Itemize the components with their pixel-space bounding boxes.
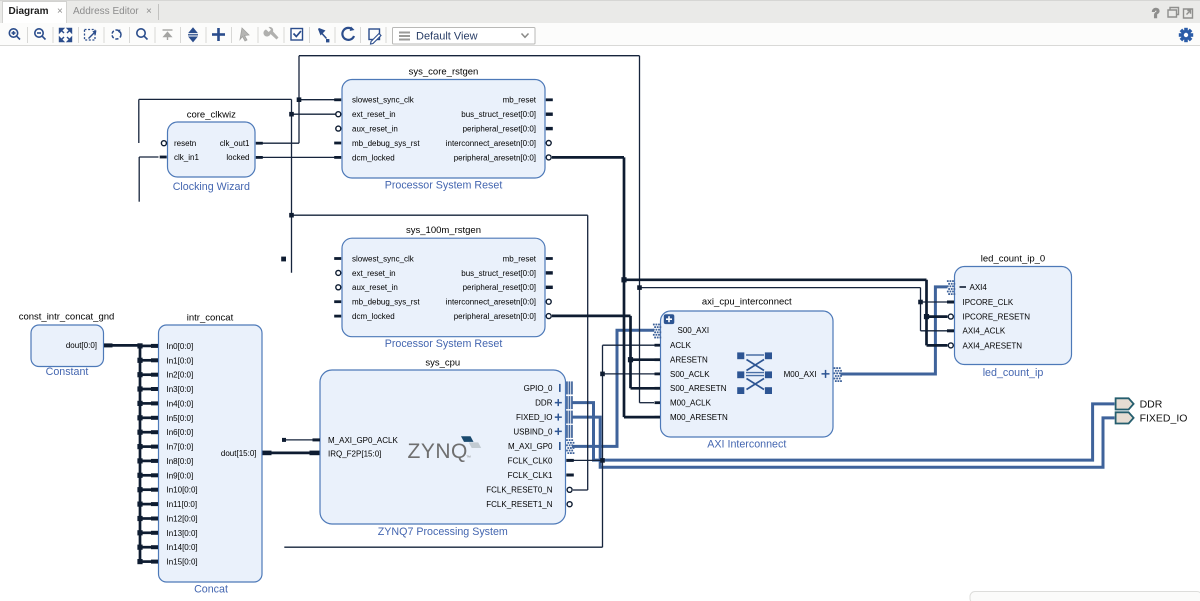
svg-text:locked: locked (226, 153, 249, 162)
svg-text:mb_debug_sys_rst: mb_debug_sys_rst (352, 139, 420, 148)
svg-text:AXI4_ARESETN: AXI4_ARESETN (963, 341, 1023, 350)
svg-text:ACLK: ACLK (670, 341, 692, 350)
svg-text:peripheral_aresetn[0:0]: peripheral_aresetn[0:0] (454, 153, 536, 162)
svg-text:dcm_locked: dcm_locked (352, 312, 395, 321)
svg-text:resetn: resetn (174, 139, 196, 148)
svg-text:ZYNQ: ZYNQ (408, 440, 468, 463)
svg-text:FIXED_IO: FIXED_IO (1140, 413, 1188, 425)
svg-text:In14[0:0]: In14[0:0] (167, 543, 198, 552)
svg-text:sys_100m_rstgen: sys_100m_rstgen (406, 225, 481, 236)
svg-text:DDR: DDR (535, 399, 553, 408)
svg-text:USBIND_0: USBIND_0 (513, 427, 553, 436)
svg-text:peripheral_reset[0:0]: peripheral_reset[0:0] (463, 283, 536, 292)
svg-text:IPCORE_RESETN: IPCORE_RESETN (963, 313, 1031, 322)
svg-text:AXI4_ACLK: AXI4_ACLK (963, 327, 1006, 336)
svg-text:S00_ACLK: S00_ACLK (670, 370, 710, 379)
svg-text:In8[0:0]: In8[0:0] (167, 457, 194, 466)
svg-text:dcm_locked: dcm_locked (352, 153, 395, 162)
svg-text:slowest_sync_clk: slowest_sync_clk (352, 96, 415, 105)
svg-text:In9[0:0]: In9[0:0] (167, 471, 194, 480)
svg-text:S00_AXI: S00_AXI (678, 326, 710, 335)
svg-text:mb_reset: mb_reset (503, 96, 537, 105)
svg-text:In1[0:0]: In1[0:0] (167, 356, 194, 365)
svg-text:core_clkwiz: core_clkwiz (187, 110, 236, 121)
svg-text:peripheral_reset[0:0]: peripheral_reset[0:0] (463, 125, 536, 134)
svg-text:clk_out1: clk_out1 (220, 139, 250, 148)
svg-text:Clocking Wizard: Clocking Wizard (173, 181, 250, 193)
svg-text:In12[0:0]: In12[0:0] (167, 515, 198, 524)
svg-text:ARESETN: ARESETN (670, 356, 708, 365)
svg-text:dout[15:0]: dout[15:0] (221, 449, 257, 458)
svg-text:ext_reset_in: ext_reset_in (352, 110, 396, 119)
svg-text:aux_reset_in: aux_reset_in (352, 283, 398, 292)
svg-text:M00_ARESETN: M00_ARESETN (670, 413, 728, 422)
svg-text:ext_reset_in: ext_reset_in (352, 269, 396, 278)
svg-text:interconnect_aresetn[0:0]: interconnect_aresetn[0:0] (446, 298, 536, 307)
svg-text:In3[0:0]: In3[0:0] (167, 385, 194, 394)
svg-text:In4[0:0]: In4[0:0] (167, 399, 194, 408)
svg-text:S00_ARESETN: S00_ARESETN (670, 384, 727, 393)
svg-text:FCLK_CLK0: FCLK_CLK0 (508, 456, 553, 465)
svg-text:mb_reset: mb_reset (503, 254, 537, 263)
svg-text:In0[0:0]: In0[0:0] (167, 342, 194, 351)
svg-text:FCLK_CLK1: FCLK_CLK1 (508, 471, 553, 480)
svg-text:clk_in1: clk_in1 (174, 153, 199, 162)
svg-text:In2[0:0]: In2[0:0] (167, 371, 194, 380)
svg-text:interconnect_aresetn[0:0]: interconnect_aresetn[0:0] (446, 139, 536, 148)
svg-text:aux_reset_in: aux_reset_in (352, 125, 398, 134)
svg-text:™: ™ (466, 455, 471, 461)
svg-text:M_AXI_GP0: M_AXI_GP0 (508, 442, 553, 451)
svg-text:bus_struct_reset[0:0]: bus_struct_reset[0:0] (461, 110, 536, 119)
svg-text:sys_core_rstgen: sys_core_rstgen (409, 67, 479, 78)
svg-text:AXI4: AXI4 (970, 283, 988, 292)
svg-text:In10[0:0]: In10[0:0] (167, 486, 198, 495)
svg-text:FCLK_RESET0_N: FCLK_RESET0_N (486, 486, 552, 495)
svg-text:Default View: Default View (416, 31, 478, 43)
svg-text:M00_AXI: M00_AXI (784, 370, 817, 379)
svg-text:M00_ACLK: M00_ACLK (670, 399, 712, 408)
svg-text:In15[0:0]: In15[0:0] (167, 558, 198, 567)
svg-text:sys_cpu: sys_cpu (425, 358, 460, 369)
svg-text:mb_debug_sys_rst: mb_debug_sys_rst (352, 298, 420, 307)
svg-text:Constant: Constant (46, 366, 89, 378)
svg-text:In6[0:0]: In6[0:0] (167, 428, 194, 437)
svg-text:intr_concat: intr_concat (187, 312, 234, 323)
svg-text:bus_struct_reset[0:0]: bus_struct_reset[0:0] (461, 269, 536, 278)
svg-text:In11[0:0]: In11[0:0] (167, 500, 198, 509)
svg-text:axi_cpu_interconnect: axi_cpu_interconnect (702, 297, 792, 308)
svg-text:ZYNQ7 Processing System: ZYNQ7 Processing System (378, 526, 508, 538)
svg-text:GPIO_0: GPIO_0 (524, 384, 553, 393)
svg-text:DDR: DDR (1140, 399, 1163, 411)
svg-text:In7[0:0]: In7[0:0] (167, 443, 194, 452)
svg-text:slowest_sync_clk: slowest_sync_clk (352, 254, 415, 263)
svg-text:led_count_ip_0: led_count_ip_0 (981, 254, 1045, 265)
svg-text:dout[0:0]: dout[0:0] (66, 341, 97, 350)
svg-text:?: ? (1152, 7, 1160, 21)
svg-text:IPCORE_CLK: IPCORE_CLK (963, 298, 1014, 307)
svg-text:In5[0:0]: In5[0:0] (167, 414, 194, 423)
svg-text:In13[0:0]: In13[0:0] (167, 529, 198, 538)
svg-text:FIXED_IO: FIXED_IO (516, 413, 552, 422)
svg-text:led_count_ip: led_count_ip (983, 367, 1044, 379)
svg-text:Concat: Concat (194, 583, 228, 595)
svg-text:peripheral_aresetn[0:0]: peripheral_aresetn[0:0] (454, 312, 536, 321)
svg-text:IRQ_F2P[15:0]: IRQ_F2P[15:0] (328, 450, 381, 459)
svg-text:Processor System Reset: Processor System Reset (385, 180, 503, 192)
svg-text:const_intr_concat_gnd: const_intr_concat_gnd (19, 312, 115, 323)
svg-text:FCLK_RESET1_N: FCLK_RESET1_N (486, 500, 552, 509)
svg-text:Processor System Reset: Processor System Reset (385, 338, 503, 350)
svg-text:M_AXI_GP0_ACLK: M_AXI_GP0_ACLK (328, 436, 398, 445)
svg-text:AXI Interconnect: AXI Interconnect (707, 439, 786, 451)
